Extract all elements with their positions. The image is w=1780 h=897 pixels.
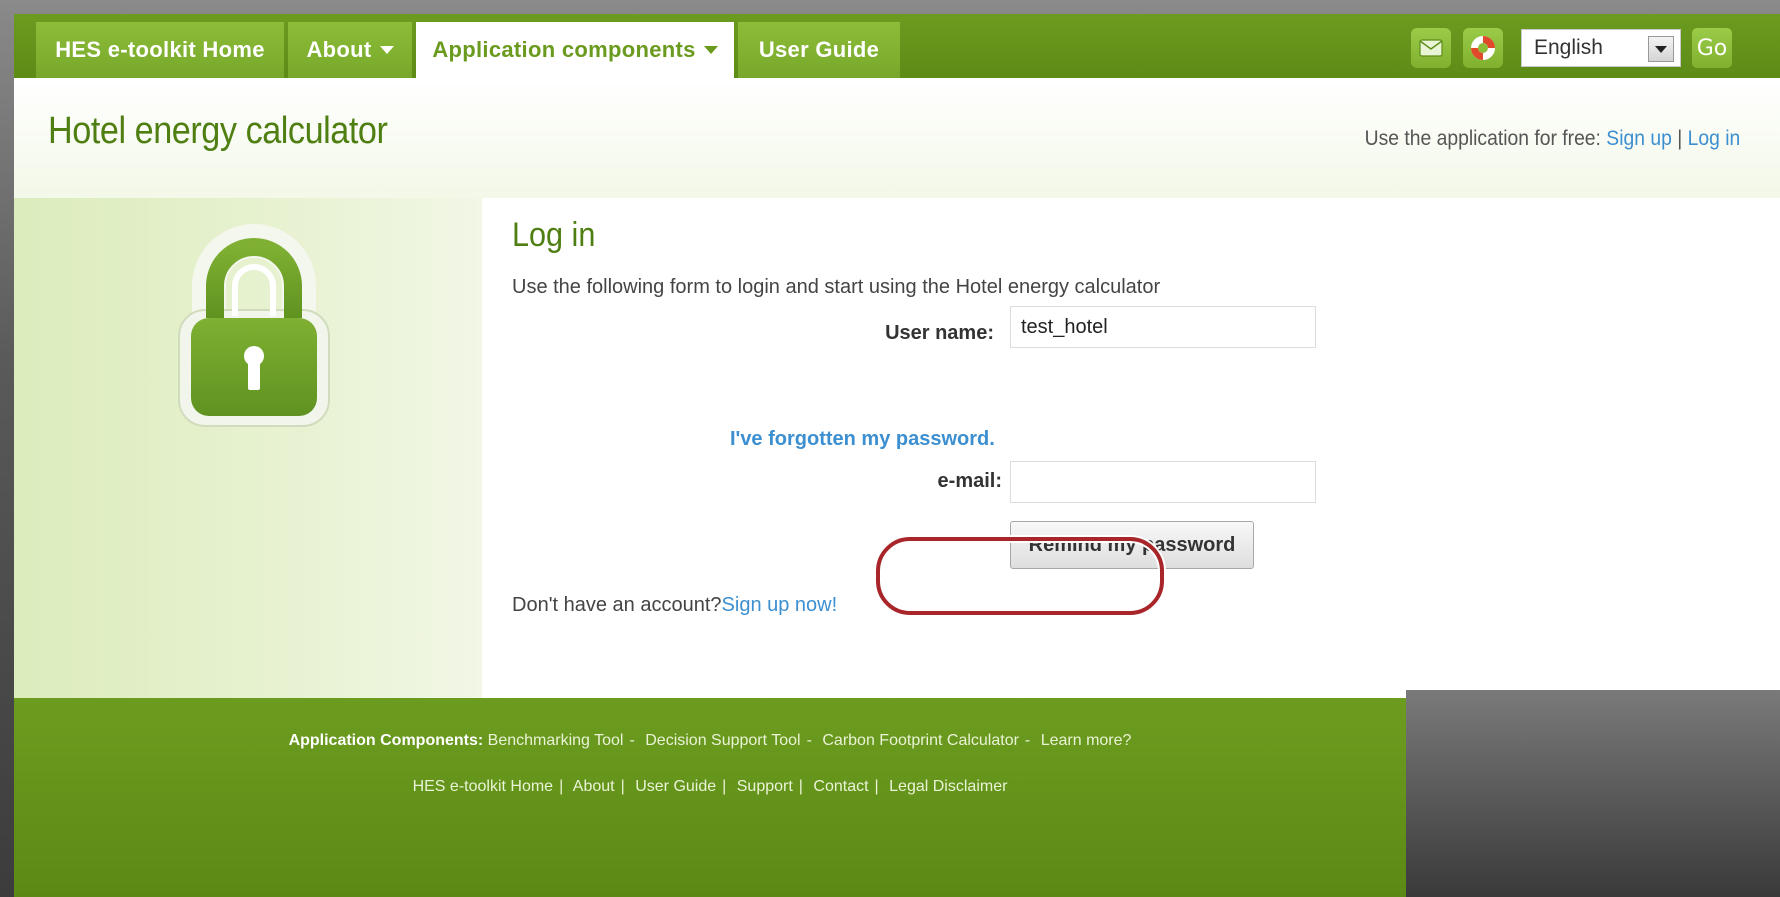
footer-link-home[interactable]: HES e-toolkit Home — [413, 778, 554, 795]
go-button[interactable]: Go — [1692, 28, 1732, 68]
dropdown-arrow-icon[interactable] — [1648, 36, 1674, 62]
footer-link-learn-more[interactable]: Learn more? — [1041, 732, 1132, 749]
mail-icon — [1419, 39, 1443, 57]
footer-components-line: Application Components: Benchmarking Too… — [288, 732, 1132, 749]
nav-tab-application-components-label: Application components — [432, 37, 696, 62]
nav-tab-home[interactable]: HES e-toolkit Home — [36, 22, 284, 78]
lock-icon — [169, 224, 339, 434]
chevron-down-icon — [379, 46, 394, 54]
login-description: Use the following form to login and star… — [512, 276, 1161, 298]
nav-tab-application-components[interactable]: Application components — [416, 22, 734, 78]
signup-promo: Use the application for free: Sign up | … — [1364, 127, 1740, 151]
nav-tab-home-label: HES e-toolkit Home — [55, 37, 265, 62]
go-button-label: Go — [1696, 35, 1728, 61]
header-sign-up-link[interactable]: Sign up — [1606, 127, 1672, 150]
email-label: e-mail: — [937, 470, 1002, 492]
footer: Application Components: Benchmarking Too… — [14, 698, 1406, 897]
header-log-in-link[interactable]: Log in — [1687, 127, 1740, 150]
header-separator: | — [1671, 127, 1688, 150]
footer-link-carbon-footprint[interactable]: Carbon Footprint Calculator — [822, 732, 1019, 749]
footer-link-decision-support[interactable]: Decision Support Tool — [645, 732, 800, 749]
footer-link-support[interactable]: Support — [737, 778, 793, 795]
sign-up-now-link[interactable]: Sign up now! — [722, 594, 838, 616]
signup-promo-text: Use the application for free: — [1364, 127, 1607, 150]
username-label: User name: — [885, 322, 994, 344]
footer-link-about[interactable]: About — [573, 778, 615, 795]
page-title: Hotel energy calculator — [48, 110, 388, 152]
chevron-down-icon — [703, 46, 718, 54]
footer-link-legal-disclaimer[interactable]: Legal Disclaimer — [889, 778, 1007, 795]
nav-tab-about[interactable]: About — [288, 22, 412, 78]
email-input[interactable] — [1010, 461, 1316, 503]
login-title: Log in — [512, 216, 596, 254]
footer-link-benchmarking[interactable]: Benchmarking Tool — [488, 732, 624, 749]
footer-components-label: Application Components: — [288, 732, 484, 749]
no-account-text: Don't have an account? — [512, 594, 722, 616]
nav-tab-user-guide-label: User Guide — [758, 37, 880, 62]
footer-link-contact[interactable]: Contact — [813, 778, 868, 795]
nav-tab-user-guide[interactable]: User Guide — [738, 22, 900, 78]
help-button[interactable] — [1463, 28, 1503, 68]
nav-tab-about-label: About — [306, 37, 372, 62]
language-select[interactable]: English — [1521, 29, 1681, 67]
username-input[interactable] — [1010, 306, 1316, 348]
remind-password-button[interactable]: Remind my password — [1010, 521, 1254, 569]
top-navbar: HES e-toolkit Home About Application com… — [14, 14, 1780, 78]
app-page: HES e-toolkit Home About Application com… — [14, 14, 1780, 897]
footer-link-user-guide[interactable]: User Guide — [635, 778, 716, 795]
no-account-prompt: Don't have an account?Sign up now! — [512, 594, 837, 617]
help-lifebuoy-icon — [1471, 36, 1495, 60]
mail-button[interactable] — [1411, 28, 1451, 68]
forgot-password-link[interactable]: I've forgotten my password. — [730, 428, 995, 451]
language-select-value: English — [1534, 36, 1603, 59]
footer-links-line: HES e-toolkit Home | About | User Guide | S… — [412, 778, 1008, 795]
window-corner-shade — [1406, 690, 1780, 897]
